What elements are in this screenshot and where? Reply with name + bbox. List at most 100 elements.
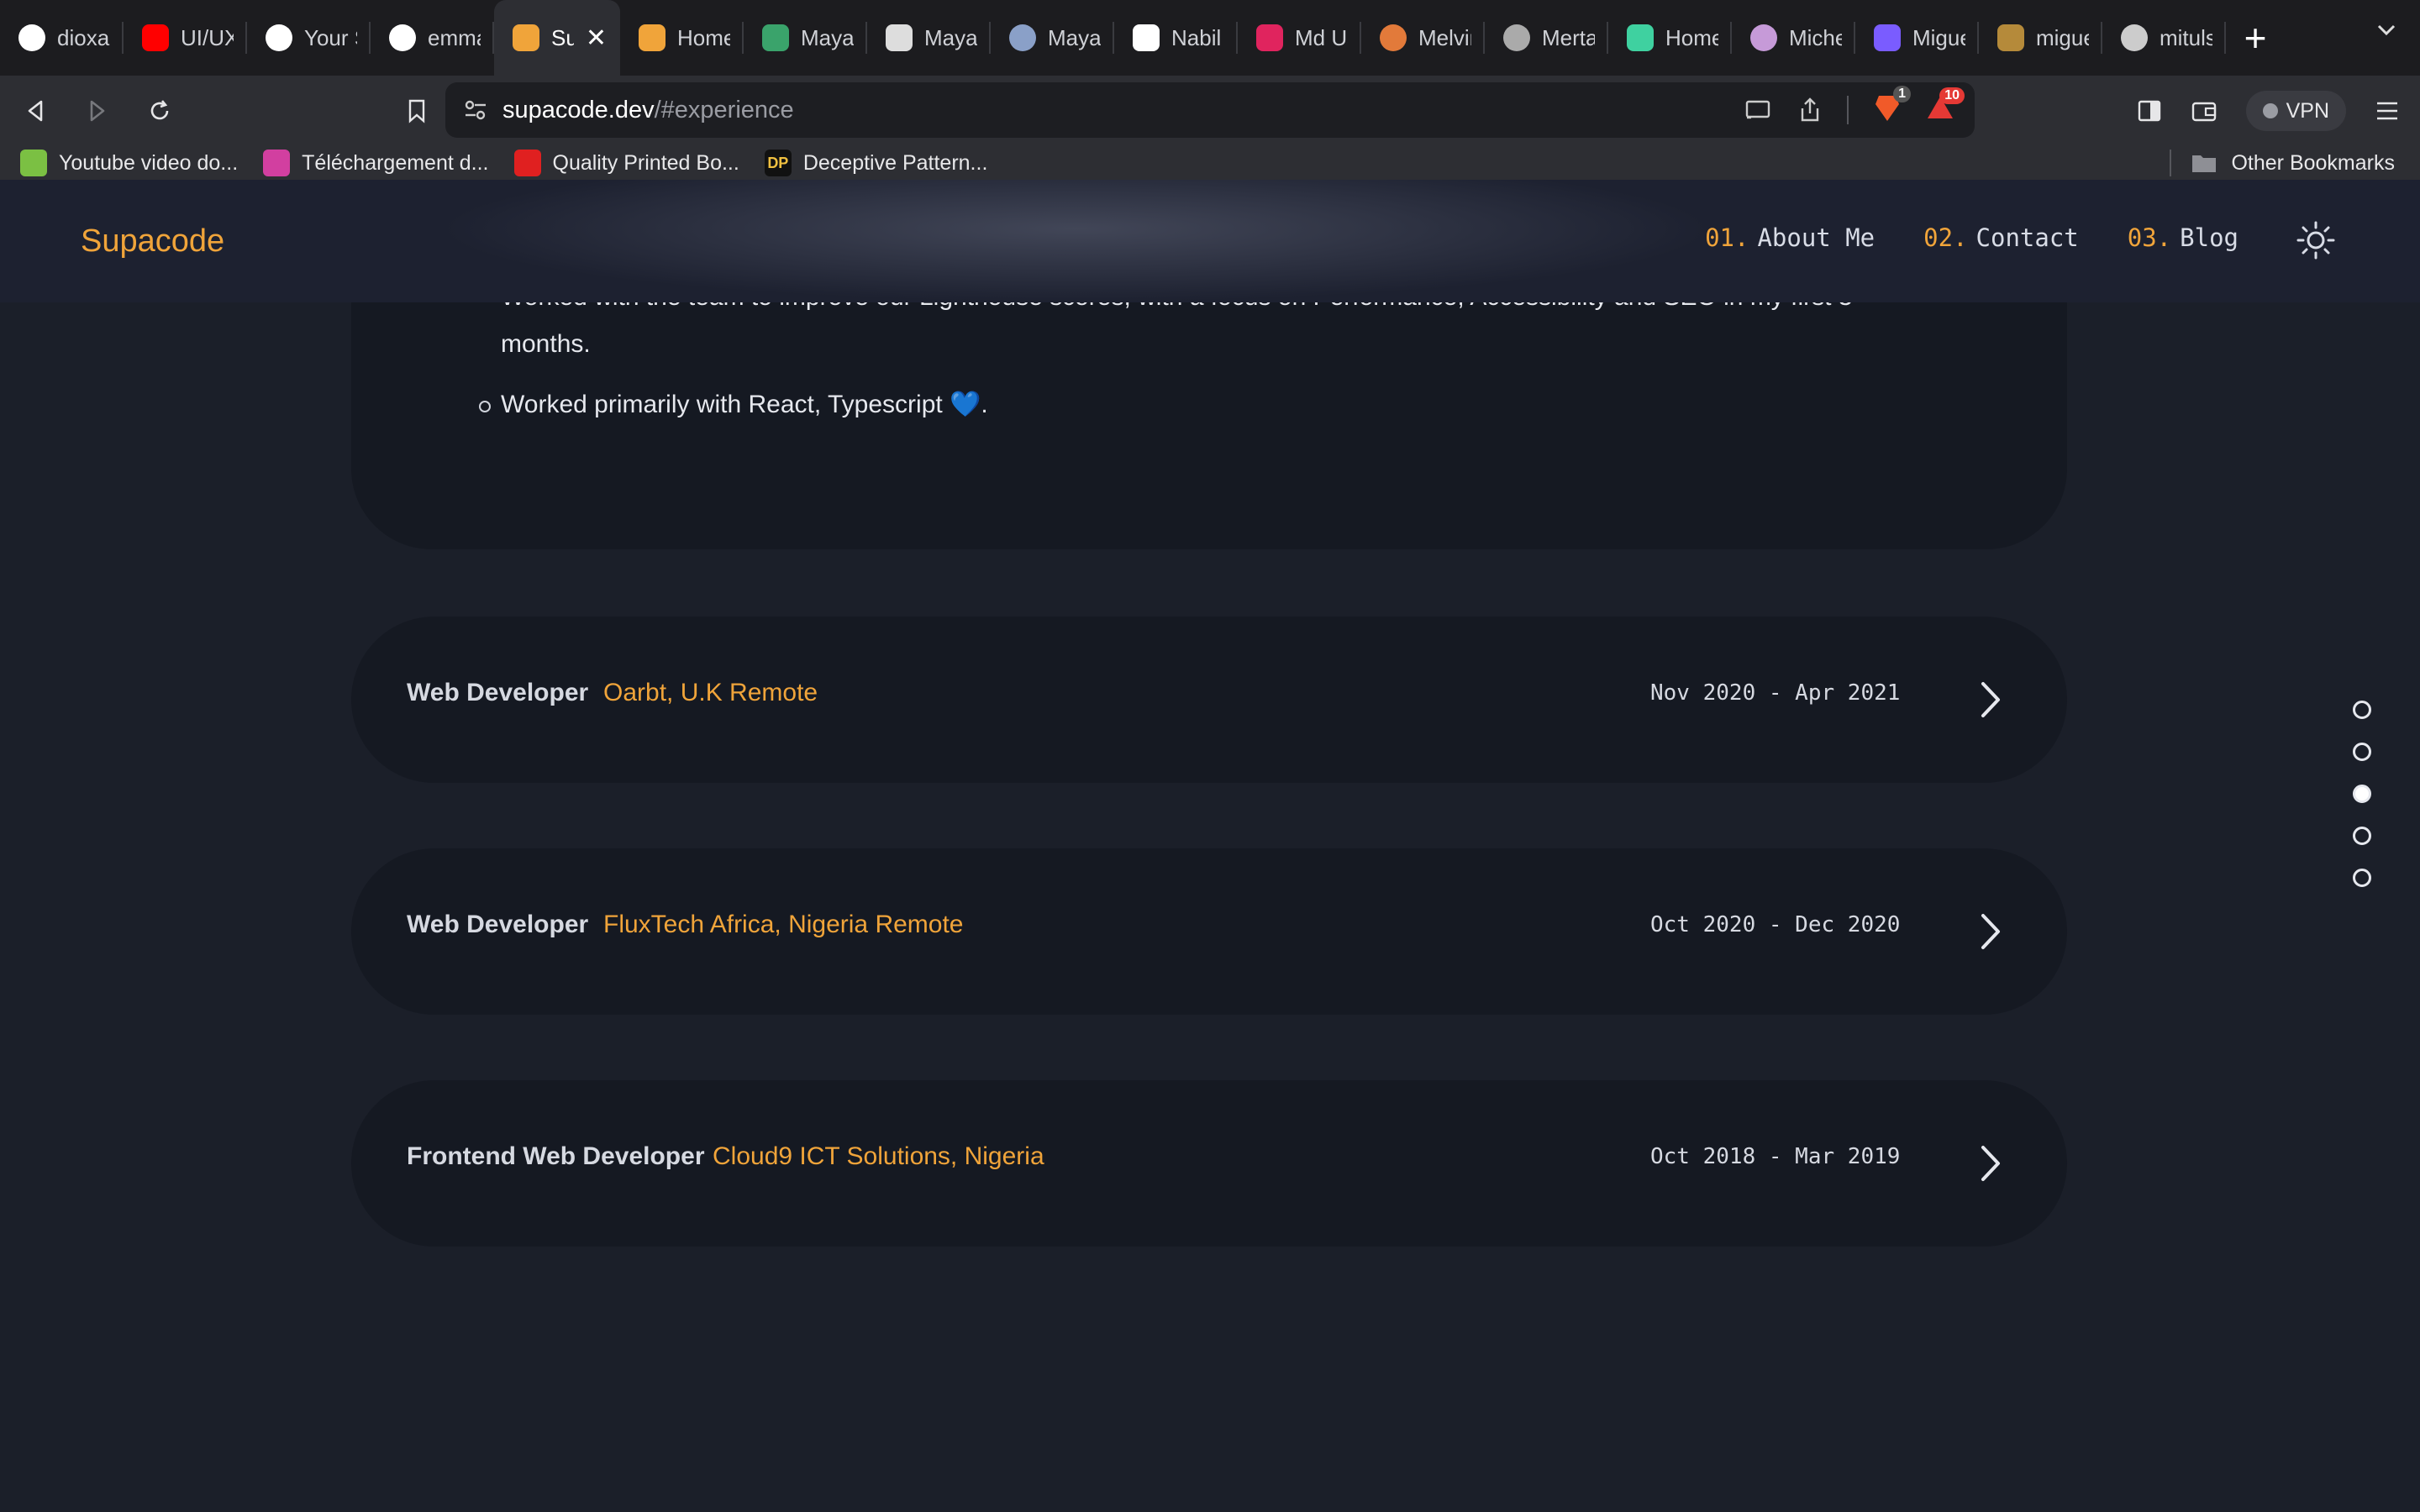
address-bar[interactable]: supacode.dev/#experience 1 10 bbox=[445, 82, 1975, 138]
browser-tab[interactable]: dioxaz bbox=[0, 0, 124, 76]
browser-tab[interactable]: Mayan bbox=[991, 0, 1114, 76]
tab-title: Miguel bbox=[1912, 24, 1965, 50]
tab-title: Mayan bbox=[924, 24, 977, 50]
experience-card[interactable]: Web Developer FluxTech Africa, Nigeria Re… bbox=[351, 848, 2067, 1015]
new-tab-button[interactable]: + bbox=[2226, 0, 2285, 76]
theme-toggle-sun-icon[interactable] bbox=[2296, 220, 2336, 260]
bookmark-item[interactable]: DP Deceptive Pattern... bbox=[764, 150, 987, 176]
brave-shields-button[interactable]: 1 bbox=[1874, 86, 1911, 127]
job-company: Cloud9 ICT Solutions, Nigeria bbox=[713, 1142, 1044, 1170]
back-button[interactable] bbox=[8, 84, 62, 138]
vpn-status-icon bbox=[2262, 103, 2278, 118]
code-icon bbox=[1874, 24, 1901, 51]
browser-tab[interactable]: migue bbox=[1979, 0, 2102, 76]
reload-icon bbox=[150, 100, 169, 120]
section-dot[interactable] bbox=[2353, 701, 2371, 719]
tab-title: Your S bbox=[304, 24, 357, 50]
browser-tab[interactable]: Home bbox=[620, 0, 744, 76]
divider bbox=[2170, 150, 2171, 176]
main-menu-icon[interactable] bbox=[2375, 100, 2400, 122]
tab-title: migue bbox=[2036, 24, 2089, 50]
brave-rewards-button[interactable]: 10 bbox=[1926, 87, 1965, 125]
section-dot[interactable] bbox=[2353, 785, 2371, 803]
cast-icon[interactable] bbox=[1744, 97, 1773, 123]
site-logo[interactable]: Supacode bbox=[81, 223, 224, 260]
bookmark-item[interactable]: Quality Printed Bo... bbox=[513, 150, 739, 176]
share-icon[interactable] bbox=[1798, 97, 1822, 123]
other-bookmarks-label: Other Bookmarks bbox=[2231, 150, 2395, 175]
tab-title: Md Us bbox=[1295, 24, 1348, 50]
close-tab-icon[interactable]: ✕ bbox=[586, 24, 607, 53]
nav-link[interactable]: 02. Contact bbox=[1923, 223, 2079, 252]
github-icon bbox=[266, 24, 292, 51]
toolbar-right: VPN bbox=[2137, 76, 2420, 146]
section-dot[interactable] bbox=[2353, 827, 2371, 845]
job-company: FluxTech Africa, Nigeria Remote bbox=[603, 911, 964, 938]
wallet-icon[interactable] bbox=[2191, 98, 2217, 123]
vpn-button[interactable]: VPN bbox=[2245, 91, 2346, 131]
job-role: Web Developer bbox=[407, 911, 589, 938]
tab-title: Merta bbox=[1542, 24, 1595, 50]
chevron-right-icon[interactable] bbox=[1973, 679, 2007, 721]
reload-button[interactable] bbox=[133, 84, 187, 138]
browser-tab[interactable]: Nabil bbox=[1114, 0, 1238, 76]
bookmark-button[interactable] bbox=[390, 84, 444, 138]
tab-title: Mayan bbox=[1048, 24, 1101, 50]
bookmark-item[interactable]: Youtube video do... bbox=[20, 150, 238, 176]
job-role: Web Developer bbox=[407, 679, 589, 706]
nav-link[interactable]: 01. About Me bbox=[1705, 223, 1875, 252]
browser-tab[interactable]: Michel bbox=[1732, 0, 1855, 76]
notion-icon bbox=[1133, 24, 1160, 51]
forward-arrow-icon bbox=[90, 100, 105, 122]
bookmark-label: Youtube video do... bbox=[59, 150, 239, 175]
site-icon bbox=[1627, 24, 1654, 51]
bookmark-favicon-icon bbox=[20, 150, 47, 176]
section-dot[interactable] bbox=[2353, 869, 2371, 887]
browser-toolbar: supacode.dev/#experience 1 10 VPN bbox=[0, 76, 2420, 146]
browser-tab[interactable]: emmal bbox=[371, 0, 494, 76]
job-dates: Oct 2020 - Dec 2020 bbox=[1650, 912, 1901, 937]
tab-title: Home bbox=[677, 24, 730, 50]
nav-label: About Me bbox=[1757, 223, 1876, 252]
browser-tab[interactable]: Your S bbox=[247, 0, 371, 76]
browser-tab[interactable]: Md Us bbox=[1238, 0, 1361, 76]
chevron-right-icon[interactable] bbox=[1973, 1142, 2007, 1184]
sidebar-toggle-icon[interactable] bbox=[2137, 98, 2162, 123]
job-company: Oarbt, U.K Remote bbox=[603, 679, 818, 706]
section-dot[interactable] bbox=[2353, 743, 2371, 761]
site-settings-icon[interactable] bbox=[464, 99, 487, 121]
browser-tab[interactable]: Mayan bbox=[867, 0, 991, 76]
tab-title: dioxaz bbox=[57, 24, 110, 50]
experience-card[interactable]: Frontend Web Developer Cloud9 ICT Solutio… bbox=[351, 1080, 2067, 1247]
divider bbox=[1847, 95, 1849, 124]
tab-title: Michel bbox=[1789, 24, 1842, 50]
forward-button[interactable] bbox=[71, 84, 124, 138]
section-indicator bbox=[2353, 701, 2371, 887]
bookmark-favicon-icon: DP bbox=[764, 150, 792, 176]
chevron-right-icon[interactable] bbox=[1973, 911, 2007, 953]
bookmark-favicon-icon bbox=[263, 150, 291, 176]
nav-link[interactable]: 03. Blog bbox=[2128, 223, 2238, 252]
browser-tab[interactable]: Miguel bbox=[1855, 0, 1979, 76]
experience-card[interactable]: Web Developer Oarbt, U.K Remote Nov 2020 -… bbox=[351, 617, 2067, 783]
browser-tab[interactable]: UI/UX bbox=[124, 0, 247, 76]
github-icon bbox=[389, 24, 416, 51]
site-icon bbox=[762, 24, 789, 51]
bookmark-item[interactable]: Téléchargement d... bbox=[263, 150, 489, 176]
site-header: Supacode 01. About Me 02. Contact 03. Blog bbox=[0, 180, 2420, 302]
browser-tab[interactable]: Su ✕ bbox=[494, 0, 620, 76]
browser-tab[interactable]: Melvin bbox=[1361, 0, 1485, 76]
site-icon bbox=[1256, 24, 1283, 51]
bullet-text-continued: months. bbox=[501, 330, 591, 358]
other-bookmarks[interactable]: Other Bookmarks bbox=[2191, 151, 2395, 176]
nav-number: 02. bbox=[1923, 223, 1968, 252]
browser-tab[interactable]: Merta bbox=[1485, 0, 1608, 76]
job-dates: Oct 2018 - Mar 2019 bbox=[1650, 1144, 1901, 1169]
browser-tab[interactable]: Home bbox=[1608, 0, 1732, 76]
tab-menu-chevron-icon[interactable] bbox=[2375, 18, 2398, 49]
tab-title: Melvin bbox=[1418, 24, 1471, 50]
browser-tab[interactable]: mituls bbox=[2102, 0, 2226, 76]
nav-label: Contact bbox=[1975, 223, 2079, 252]
address-bar-actions: 1 10 bbox=[1744, 86, 1965, 127]
browser-tab[interactable]: Maya bbox=[744, 0, 867, 76]
